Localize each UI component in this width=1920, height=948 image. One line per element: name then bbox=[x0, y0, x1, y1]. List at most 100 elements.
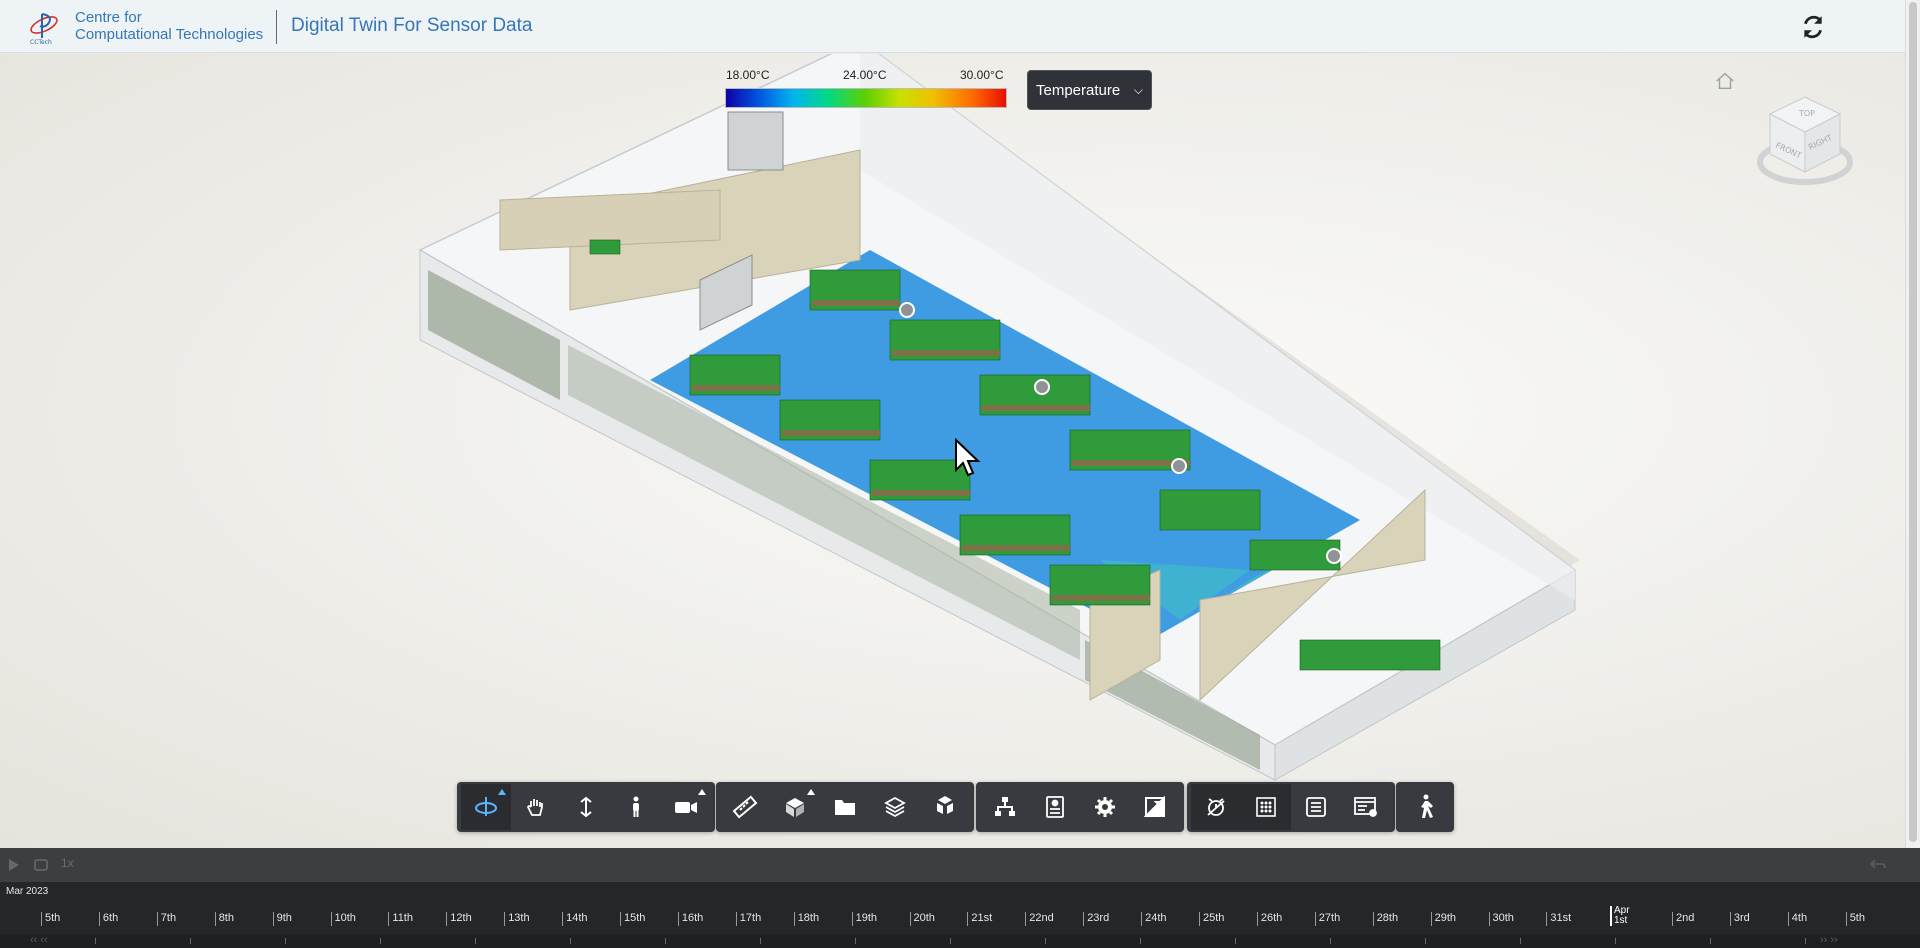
timeline-day[interactable]: 2nd bbox=[1672, 912, 1694, 926]
timeline-day[interactable]: 19th bbox=[851, 912, 877, 926]
dolly-icon bbox=[580, 796, 592, 818]
explode-button[interactable] bbox=[920, 784, 970, 830]
timeline-day[interactable]: 26th bbox=[1256, 912, 1282, 926]
dolly-button[interactable] bbox=[561, 784, 611, 830]
properties-button[interactable] bbox=[1030, 784, 1080, 830]
page-scrollbar[interactable] bbox=[1905, 0, 1920, 848]
legend-mid-label: 24.00°C bbox=[843, 68, 887, 82]
folder-button[interactable] bbox=[820, 784, 870, 830]
orbit-button[interactable] bbox=[461, 784, 511, 830]
timeline-track-tick bbox=[380, 938, 381, 944]
metric-select-value: Temperature bbox=[1036, 81, 1121, 99]
timeline-track-tick bbox=[1045, 938, 1046, 944]
properties-icon bbox=[1046, 796, 1064, 818]
timeline-day[interactable]: 13th bbox=[504, 912, 530, 926]
panel-view-icon bbox=[1354, 797, 1377, 817]
list-button[interactable] bbox=[1291, 784, 1341, 830]
section-box-button[interactable] bbox=[770, 784, 820, 830]
timeline-day[interactable]: 17th bbox=[735, 912, 761, 926]
settings-icon bbox=[1095, 797, 1115, 817]
timeline-day[interactable]: 6th bbox=[98, 912, 118, 926]
timeline-day[interactable]: 15th bbox=[620, 912, 645, 926]
timeline-day[interactable]: 7th bbox=[156, 912, 176, 926]
timeline-track-tick bbox=[570, 938, 571, 944]
timeline-track-tick bbox=[1235, 938, 1236, 944]
timeline-day[interactable]: 23rd bbox=[1083, 912, 1109, 926]
timeline-day[interactable]: 29th bbox=[1430, 912, 1456, 926]
timeline-track[interactable] bbox=[0, 934, 1920, 948]
timeline-day[interactable]: 12th bbox=[446, 912, 472, 926]
timeline-day[interactable]: 10th bbox=[330, 912, 356, 926]
sensor-toggle-icon bbox=[1207, 798, 1225, 816]
timeline-track-tick bbox=[950, 938, 951, 944]
timeline-day[interactable]: 8th bbox=[214, 912, 234, 926]
app-title: Digital Twin For Sensor Data bbox=[291, 15, 533, 36]
apr-day-label: 1st bbox=[1614, 915, 1628, 926]
timeline-day[interactable]: 18th bbox=[793, 912, 819, 926]
timeline-track-tick bbox=[1520, 938, 1521, 944]
office-floor-model[interactable] bbox=[0, 54, 1905, 848]
timeline-day[interactable]: 3rd bbox=[1729, 912, 1750, 926]
timeline-track-tick bbox=[95, 938, 96, 944]
timeline-day[interactable]: 31st bbox=[1546, 912, 1571, 926]
panel-view-button[interactable] bbox=[1341, 784, 1391, 830]
refresh-icon[interactable] bbox=[1800, 14, 1826, 40]
view-cube-icon[interactable]: TOP FRONT RIGHT bbox=[1755, 92, 1855, 202]
timeline-track-tick bbox=[1140, 938, 1141, 944]
loop-icon[interactable] bbox=[33, 858, 49, 872]
home-view-icon[interactable] bbox=[1714, 70, 1736, 92]
cct-logo-icon: CCTech bbox=[30, 13, 58, 46]
legend-color-bar bbox=[725, 88, 1007, 108]
timeline-day[interactable]: 5th bbox=[41, 912, 60, 926]
fullscreen-button[interactable] bbox=[1130, 784, 1180, 830]
measure-icon bbox=[732, 795, 758, 819]
pan-button[interactable] bbox=[511, 784, 561, 830]
timeline-track-tick bbox=[1330, 938, 1331, 944]
timeline-day[interactable]: 24th bbox=[1141, 912, 1167, 926]
camera-button[interactable] bbox=[661, 784, 711, 830]
timeline-day[interactable]: 5th bbox=[1845, 912, 1865, 926]
timeline-forward-icon[interactable]: ›› ›› bbox=[1820, 934, 1838, 946]
timeline-track-tick bbox=[1615, 938, 1616, 944]
model-browser-button[interactable] bbox=[980, 784, 1030, 830]
timeline-day[interactable]: 27th bbox=[1314, 912, 1340, 926]
list-icon bbox=[1306, 797, 1326, 817]
play-icon[interactable] bbox=[8, 858, 20, 872]
timeline-day[interactable]: 21st bbox=[967, 912, 992, 926]
undo-icon[interactable] bbox=[1870, 857, 1886, 871]
timeline-day[interactable]: 14th bbox=[562, 912, 588, 926]
timeline-day[interactable]: 22nd bbox=[1025, 912, 1054, 926]
org-name: Centre for Computational Technologies bbox=[75, 9, 263, 43]
section-box-icon bbox=[786, 798, 804, 817]
chevron-down-icon: ⌵ bbox=[1133, 82, 1143, 97]
timeline-scale[interactable]: Mar 2023 5th 6th 7th 8th 9th 10th 11th 12th 13th… bbox=[0, 882, 1920, 948]
playback-speed[interactable]: 1x bbox=[61, 856, 74, 870]
first-person-button[interactable] bbox=[611, 784, 661, 830]
timeline-day[interactable]: 11th bbox=[388, 912, 413, 926]
sensor-toggle-button[interactable] bbox=[1191, 784, 1241, 830]
scrollbar-thumb[interactable] bbox=[1909, 2, 1917, 842]
timeline-day[interactable]: 25th bbox=[1199, 912, 1224, 926]
app-header: CCTech Centre for Computational Technolo… bbox=[0, 0, 1920, 53]
timeline-rewind-icon[interactable]: ‹‹ ‹‹ bbox=[30, 934, 48, 946]
timeline-apr-marker[interactable]: Apr 1st bbox=[1610, 906, 1630, 926]
legend-min-label: 18.00°C bbox=[726, 68, 770, 82]
timeline-day[interactable]: 9th bbox=[272, 912, 292, 926]
layers-button[interactable] bbox=[870, 784, 920, 830]
3d-viewer-canvas[interactable]: TOP FRONT RIGHT bbox=[0, 54, 1905, 848]
timeline-day[interactable]: 16th bbox=[677, 912, 703, 926]
metric-select[interactable]: Temperature ⌵ bbox=[1027, 70, 1152, 110]
heatmap-grid-button[interactable] bbox=[1241, 784, 1291, 830]
timeline-day[interactable]: 4th bbox=[1787, 912, 1807, 926]
timeline-controls: 1x bbox=[0, 848, 1920, 882]
measure-button[interactable] bbox=[720, 784, 770, 830]
layers-icon bbox=[884, 796, 906, 818]
timeline-day[interactable]: 28th bbox=[1372, 912, 1398, 926]
settings-button[interactable] bbox=[1080, 784, 1130, 830]
timeline-day[interactable]: 30th bbox=[1488, 912, 1514, 926]
temperature-legend: 18.00°C 24.00°C 30.00°C bbox=[725, 68, 1007, 112]
timeline-day[interactable]: 20th bbox=[909, 912, 935, 926]
toolbar-walk bbox=[1396, 782, 1454, 832]
timeline-track-tick bbox=[190, 938, 191, 944]
walk-button[interactable] bbox=[1400, 784, 1450, 830]
